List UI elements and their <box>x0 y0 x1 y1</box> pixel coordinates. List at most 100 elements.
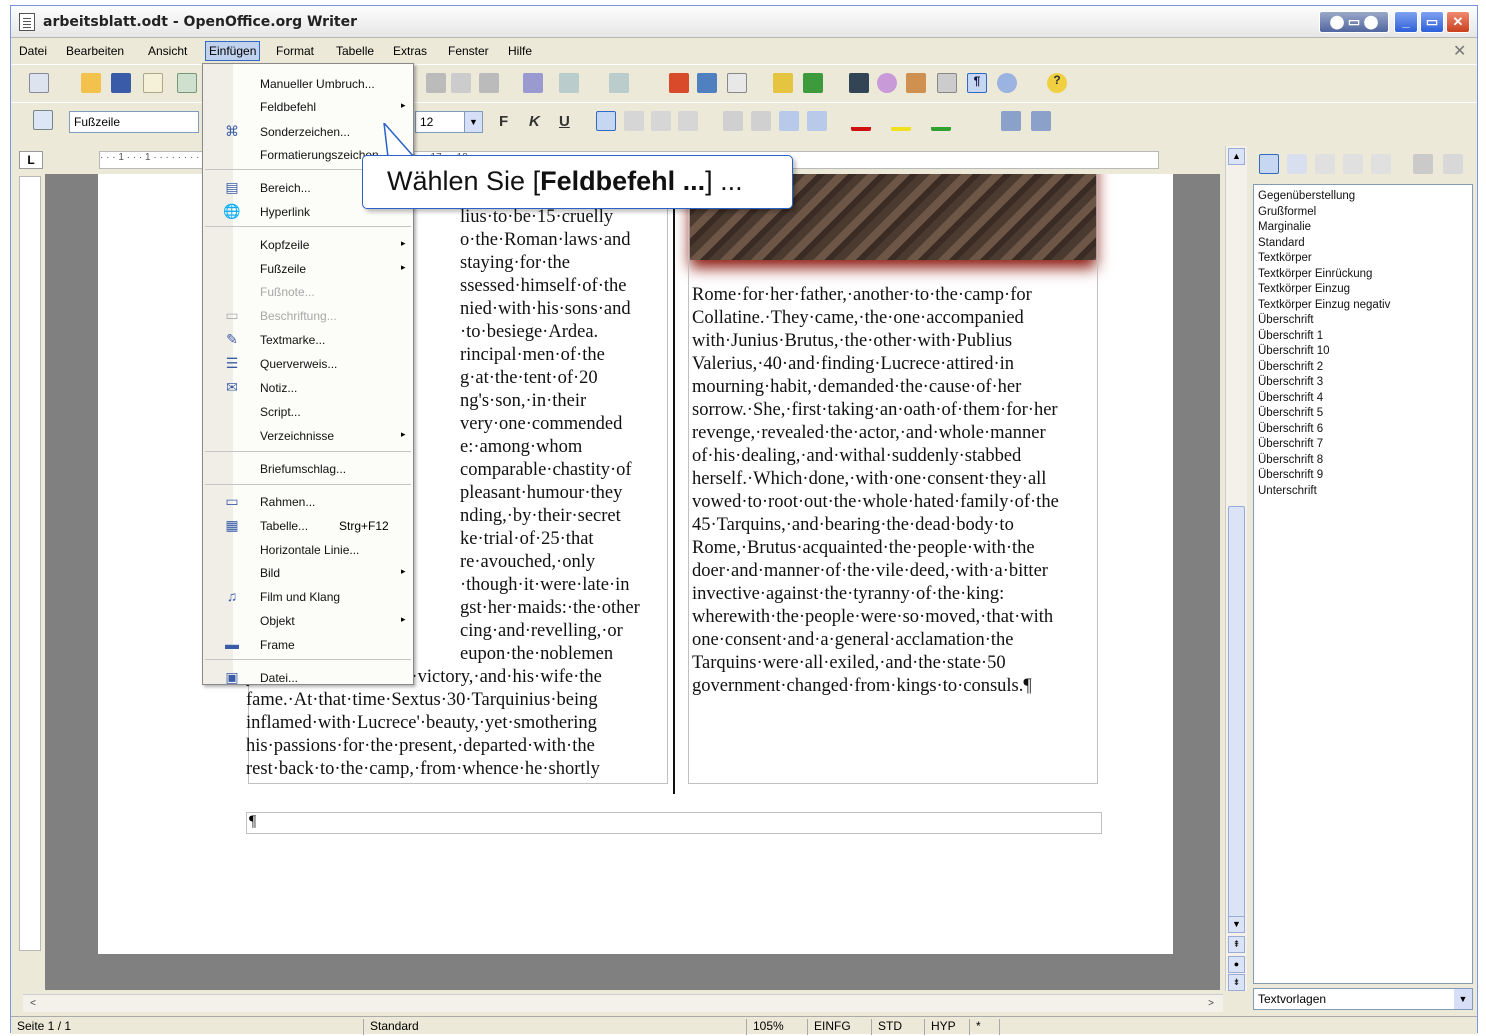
zoom-indicator[interactable]: 105% <box>746 1019 784 1035</box>
tab-stop-toggle[interactable]: L <box>19 151 43 169</box>
insert-menu-item[interactable]: Horizontale Linie... <box>203 538 413 560</box>
menu-bearbeiten[interactable]: Bearbeiten <box>66 44 124 58</box>
gallery-icon[interactable] <box>906 73 926 93</box>
justify-icon[interactable] <box>678 111 698 131</box>
style-list-item[interactable]: Überschrift 5 <box>1258 406 1468 422</box>
insert-menu-item[interactable]: Fußzeile ▸ <box>203 257 413 279</box>
increase-indent-icon[interactable] <box>807 111 827 131</box>
menu-tabelle[interactable]: Tabelle <box>336 44 374 58</box>
insert-menu-item[interactable]: ▦ Tabelle... Strg+F12 <box>203 514 413 536</box>
align-left-icon[interactable] <box>596 111 616 131</box>
redo-icon[interactable] <box>609 73 629 93</box>
table-toolbar-icon[interactable] <box>727 73 747 93</box>
style-list-item[interactable]: Überschrift 4 <box>1258 391 1468 407</box>
page-styles-icon[interactable] <box>1343 154 1363 174</box>
style-list-item[interactable]: Überschrift 10 <box>1258 344 1468 360</box>
insert-menu-item[interactable]: ☰ Querverweis... <box>203 352 413 374</box>
zoom-icon[interactable] <box>997 73 1017 93</box>
format-paintbrush-icon[interactable] <box>523 73 543 93</box>
copy-icon[interactable] <box>451 73 471 93</box>
scrollbar-thumb[interactable] <box>1228 506 1245 926</box>
datasources-icon[interactable] <box>937 73 957 93</box>
highlighting-icon[interactable] <box>891 111 911 131</box>
left-column-text-top[interactable]: he·had·caused·his·ownlius·to·be·15·cruel… <box>460 183 640 666</box>
right-column-text[interactable]: Rome·for·her·father,·another·to·the·camp… <box>692 284 1059 698</box>
menu-extras[interactable]: Extras <box>393 44 427 58</box>
style-list-item[interactable]: Überschrift 3 <box>1258 375 1468 391</box>
page-indicator[interactable]: Seite 1 / 1 <box>11 1019 71 1035</box>
style-list-item[interactable]: Überschrift 2 <box>1258 360 1468 376</box>
scroll-left-icon[interactable]: < <box>25 996 41 1012</box>
underline-button[interactable]: U <box>559 113 570 130</box>
previous-page-icon[interactable]: ⇞ <box>1228 936 1245 953</box>
scroll-right-icon[interactable]: > <box>1203 996 1219 1012</box>
insert-menu-item[interactable]: Objekt ▸ <box>203 609 413 631</box>
chevron-down-icon[interactable]: ▼ <box>464 112 482 132</box>
style-list[interactable]: Gegenüberstellung Grußformel Marginalie Sta… <box>1253 184 1473 984</box>
style-list-item[interactable]: Überschrift 1 <box>1258 329 1468 345</box>
list-styles-icon[interactable] <box>1371 154 1391 174</box>
taskbar-extra-buttons[interactable]: ⬤ ▭ ⬤ <box>1319 11 1389 33</box>
navigation-icon[interactable]: ● <box>1228 956 1245 973</box>
insert-menu-item[interactable]: Script... <box>203 400 413 422</box>
insert-menu-item[interactable]: ♫ Film und Klang <box>203 585 413 607</box>
spellcheck-icon[interactable] <box>803 73 823 93</box>
style-list-item[interactable]: Gegenüberstellung <box>1258 189 1468 205</box>
show-draw-icon[interactable] <box>773 73 793 93</box>
style-category-combo[interactable]: Textvorlagen ▼ <box>1253 988 1473 1010</box>
background-color-icon[interactable] <box>931 111 951 131</box>
align-center-icon[interactable] <box>624 111 644 131</box>
open-icon[interactable] <box>81 73 101 93</box>
horizontal-scrollbar[interactable]: < > <box>23 994 1223 1012</box>
navigator-icon[interactable] <box>877 73 897 93</box>
hyperlink-toolbar-icon[interactable] <box>669 73 689 93</box>
menu-einfuegen[interactable]: Einfügen <box>205 41 261 61</box>
close-button[interactable]: ✕ <box>1446 11 1470 33</box>
selection-mode-indicator[interactable]: STD <box>871 1019 902 1035</box>
insert-menu-item[interactable]: ✎ Textmarke... <box>203 328 413 350</box>
frame-styles-icon[interactable] <box>1315 154 1335 174</box>
style-list-item[interactable]: Überschrift 9 <box>1258 468 1468 484</box>
insert-menu-item[interactable]: Briefumschlag... <box>203 457 413 479</box>
page-style-indicator[interactable]: Standard <box>363 1019 419 1035</box>
print-icon[interactable] <box>697 73 717 93</box>
vertical-scrollbar[interactable]: ▲ ▼ ⇞ ● ⇟ <box>1225 146 1247 991</box>
insert-menu-item[interactable]: ▣ Datei... <box>203 666 413 688</box>
style-list-item[interactable]: Textkörper Einzug <box>1258 282 1468 298</box>
chevron-down-icon[interactable]: ▼ <box>1454 989 1472 1009</box>
style-list-item[interactable]: Unterschrift <box>1258 484 1468 500</box>
edit-file-icon[interactable] <box>177 73 197 93</box>
email-icon[interactable] <box>143 73 163 93</box>
decrease-indent-icon[interactable] <box>779 111 799 131</box>
style-list-item[interactable]: Standard <box>1258 236 1468 252</box>
menu-format[interactable]: Format <box>276 44 314 58</box>
hyperlink-mode-indicator[interactable]: HYP <box>924 1019 956 1035</box>
increase-font-icon[interactable] <box>1001 111 1021 131</box>
paste-icon[interactable] <box>479 73 499 93</box>
new-style-icon[interactable] <box>1443 154 1463 174</box>
paragraph-styles-icon[interactable] <box>1259 154 1279 174</box>
insert-menu-item[interactable]: ▭ Rahmen... <box>203 490 413 512</box>
insert-mode-indicator[interactable]: EINFG <box>807 1019 851 1035</box>
style-list-item[interactable]: Textkörper <box>1258 251 1468 267</box>
close-document-icon[interactable]: ✕ <box>1453 41 1466 61</box>
style-list-item[interactable]: Überschrift 7 <box>1258 437 1468 453</box>
save-icon[interactable] <box>111 73 131 93</box>
scroll-down-icon[interactable]: ▼ <box>1228 916 1245 933</box>
font-color-icon[interactable] <box>851 111 871 131</box>
style-list-item[interactable]: Grußformel <box>1258 205 1468 221</box>
style-list-item[interactable]: Textkörper Einzug negativ <box>1258 298 1468 314</box>
find-replace-icon[interactable] <box>849 73 869 93</box>
bullets-icon[interactable] <box>751 111 771 131</box>
scroll-up-icon[interactable]: ▲ <box>1228 148 1245 165</box>
paragraph-style-combo[interactable]: Fußzeile <box>69 111 199 133</box>
undo-icon[interactable] <box>559 73 579 93</box>
character-styles-icon[interactable] <box>1287 154 1307 174</box>
cut-icon[interactable] <box>426 73 446 93</box>
menu-fenster[interactable]: Fenster <box>448 44 489 58</box>
style-list-item[interactable]: Überschrift 6 <box>1258 422 1468 438</box>
insert-menu-item[interactable]: Bild ▸ <box>203 561 413 583</box>
style-list-item[interactable]: Marginalie <box>1258 220 1468 236</box>
menu-hilfe[interactable]: Hilfe <box>508 44 532 58</box>
insert-menu-item[interactable]: Manueller Umbruch... <box>203 72 413 94</box>
